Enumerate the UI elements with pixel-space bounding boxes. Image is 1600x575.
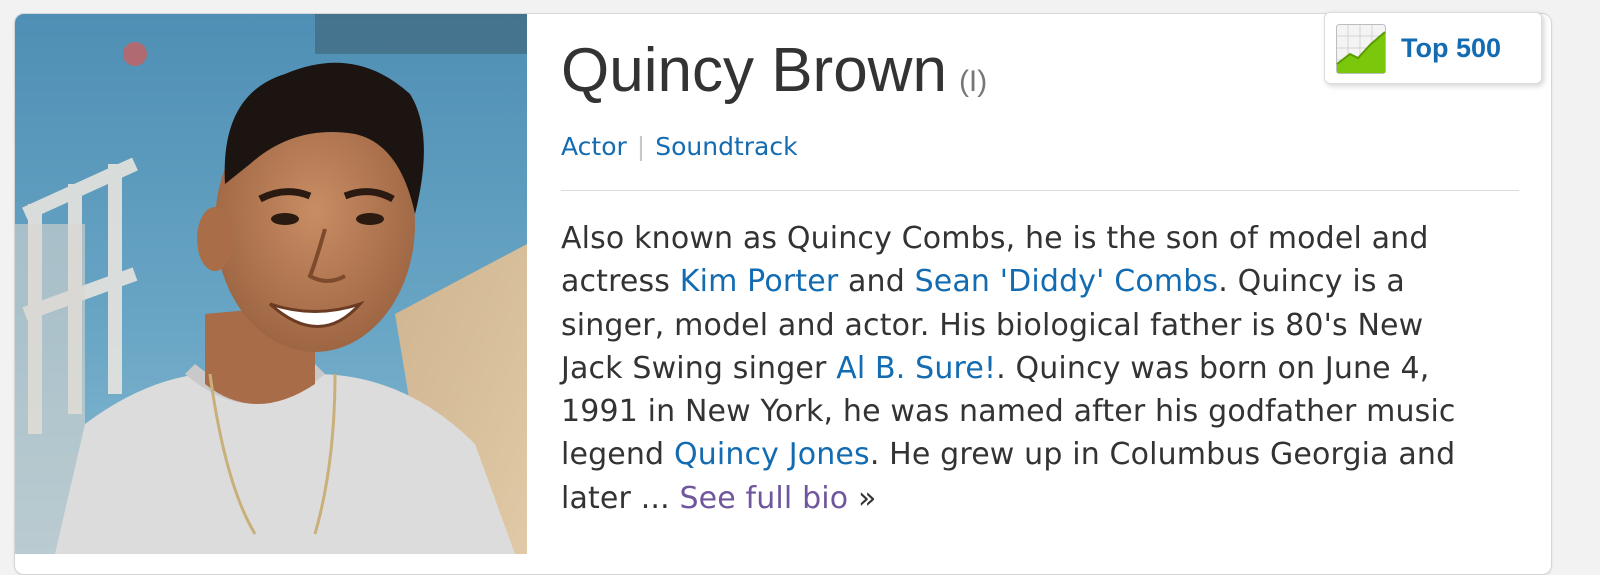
bio-text: singer, model and actor. His biological …	[561, 307, 1424, 343]
person-photo-drawing	[15, 14, 527, 554]
see-full-bio-arrow: »	[848, 480, 877, 516]
bio-line: Jack Swing singer Al B. Sure!. Quincy wa…	[561, 347, 1519, 390]
bio-link-al-b-sure[interactable]: Al B. Sure!	[836, 351, 996, 386]
bio-link-quincy-jones[interactable]: Quincy Jones	[674, 437, 870, 472]
bio-text: Jack Swing singer	[561, 350, 837, 386]
job-link-actor[interactable]: Actor	[561, 132, 627, 161]
bio-text: Also known as Quincy Combs, he is the so…	[561, 221, 1429, 256]
bio-line: later ... See full bio »	[561, 477, 1519, 520]
bio-text: actress	[561, 264, 680, 300]
person-name: Quincy Brown	[561, 36, 947, 105]
job-categories: Actor | Soundtrack	[561, 132, 798, 161]
bio-text: legend	[561, 437, 674, 473]
name-disambiguation: (I)	[958, 65, 988, 98]
bio-text: . He grew up in Columbus Georgia and	[869, 437, 1456, 473]
see-full-bio-link[interactable]: See full bio	[679, 481, 848, 516]
bio-line: 1991 in New York, he was named after his…	[561, 390, 1519, 433]
starmeter-rank-badge[interactable]: Top 500	[1324, 12, 1542, 84]
bio-text: 1991 in New York, he was named after his…	[561, 394, 1456, 430]
bio-line: actress Kim Porter and Sean 'Diddy' Comb…	[561, 260, 1519, 303]
bio-link-sean-combs[interactable]: Sean 'Diddy' Combs	[915, 264, 1219, 299]
bio-line: singer, model and actor. His biological …	[561, 304, 1519, 347]
bio-text: . Quincy is a	[1218, 264, 1405, 300]
person-photo[interactable]	[15, 14, 527, 554]
job-separator: |	[636, 132, 646, 161]
divider	[561, 190, 1519, 191]
bio-text: . Quincy was born on June 4,	[996, 350, 1430, 386]
job-link-soundtrack[interactable]: Soundtrack	[655, 132, 797, 161]
name-overview-card: Quincy Brown (I) Actor | Soundtrack Also kn…	[14, 13, 1552, 575]
bio-link-kim-porter[interactable]: Kim Porter	[680, 264, 839, 299]
rank-label: Top 500	[1401, 33, 1502, 63]
bio-text: and	[838, 264, 915, 300]
rising-chart-icon	[1336, 24, 1386, 74]
name-heading: Quincy Brown (I)	[561, 40, 987, 102]
bio-line: legend Quincy Jones. He grew up in Colum…	[561, 433, 1519, 476]
bio-line: Also known as Quincy Combs, he is the so…	[561, 217, 1519, 260]
bio-summary: Also known as Quincy Combs, he is the so…	[561, 217, 1519, 520]
bio-text: later ...	[561, 480, 680, 516]
